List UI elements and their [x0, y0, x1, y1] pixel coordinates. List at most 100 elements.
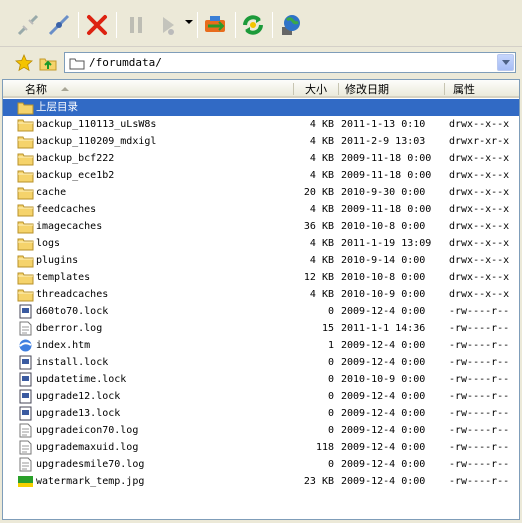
- parent-directory-row[interactable]: 上层目录: [3, 99, 519, 116]
- table-row[interactable]: backup_110209_mdxigl 4 KB 2011-2-9 13:03 dr…: [3, 133, 519, 150]
- column-size[interactable]: 大小: [305, 82, 327, 97]
- pause-icon: [130, 17, 142, 33]
- file-permissions: -rw----r--: [449, 408, 510, 419]
- file-name: plugins: [36, 255, 79, 266]
- folder-icon: [17, 253, 34, 268]
- globe-button[interactable]: [276, 10, 306, 40]
- file-modified-date: 2009-11-18 0:00: [341, 153, 432, 164]
- toolbar: [0, 0, 522, 47]
- file-name: feedcaches: [36, 204, 97, 215]
- address-dropdown-button[interactable]: [497, 54, 514, 71]
- file-size: 36 KB: [303, 221, 334, 232]
- file-size: 0: [327, 408, 334, 419]
- connect-button[interactable]: [44, 10, 74, 40]
- file-size: 12 KB: [303, 272, 334, 283]
- column-attributes[interactable]: 属性: [453, 82, 475, 97]
- file-size: 0: [327, 391, 334, 402]
- file-size: 0: [327, 425, 334, 436]
- transfer-button[interactable]: [200, 10, 230, 40]
- table-row[interactable]: upgradeicon70.log 0 2009-12-4 0:00 -rw----r…: [3, 422, 519, 439]
- play-button[interactable]: [153, 10, 183, 40]
- table-row[interactable]: watermark_temp.jpg 23 KB 2009-12-4 0:00 -rw…: [3, 473, 519, 490]
- table-row[interactable]: d60to70.lock 0 2009-12-4 0:00 -rw----r--: [3, 303, 519, 320]
- table-row[interactable]: index.htm 1 2009-12-4 0:00 -rw----r--: [3, 337, 519, 354]
- folder-icon: [17, 134, 34, 149]
- table-row[interactable]: upgrade12.lock 0 2009-12-4 0:00 -rw----r--: [3, 388, 519, 405]
- table-row[interactable]: upgrade13.lock 0 2009-12-4 0:00 -rw----r--: [3, 405, 519, 422]
- table-row[interactable]: dberror.log 15 2011-1-1 14:36 -rw----r--: [3, 320, 519, 337]
- file-size: 4 KB: [309, 289, 334, 300]
- table-row[interactable]: plugins 4 KB 2010-9-14 0:00 drwx--x--x: [3, 252, 519, 269]
- address-row: /forumdata/: [0, 48, 522, 78]
- file-name: upgradeicon70.log: [36, 425, 139, 436]
- chevron-down-icon[interactable]: [185, 20, 193, 24]
- folder-icon: [17, 202, 34, 217]
- file-modified-date: 2009-11-18 0:00: [341, 204, 432, 215]
- pause-button[interactable]: [121, 10, 151, 40]
- disconnect-button[interactable]: [13, 10, 43, 40]
- file-permissions: drwx--x--x: [449, 255, 510, 266]
- file-name: backup_110113_uLsW8s: [36, 119, 157, 130]
- file-name: cache: [36, 187, 67, 198]
- table-row[interactable]: threadcaches 4 KB 2010-10-9 0:00 drwx--x--x: [3, 286, 519, 303]
- file-size: 20 KB: [303, 187, 334, 198]
- table-row[interactable]: feedcaches 4 KB 2009-11-18 0:00 drwx--x--x: [3, 201, 519, 218]
- table-row[interactable]: cache 20 KB 2010-9-30 0:00 drwx--x--x: [3, 184, 519, 201]
- file-permissions: -rw----r--: [449, 374, 510, 385]
- file-modified-date: 2009-12-4 0:00: [341, 306, 426, 317]
- file-name: imagecaches: [36, 221, 103, 232]
- file-permissions: drwx--x--x: [449, 119, 510, 130]
- file-name: upgradesmile70.log: [36, 459, 145, 470]
- column-name[interactable]: 名称: [25, 82, 47, 97]
- file-permissions: drwx--x--x: [449, 153, 510, 164]
- table-row[interactable]: install.lock 0 2009-12-4 0:00 -rw----r--: [3, 354, 519, 371]
- folder-icon: [69, 58, 85, 70]
- log-file-icon: [17, 457, 34, 472]
- table-row[interactable]: backup_bcf222 4 KB 2009-11-18 0:00 drwx--x-…: [3, 150, 519, 167]
- folder-icon: [17, 117, 34, 132]
- table-row[interactable]: backup_ece1b2 4 KB 2009-11-18 0:00 drwx--x-…: [3, 167, 519, 184]
- parent-folder-up-icon[interactable]: [38, 53, 58, 73]
- address-path: /forumdata/: [89, 56, 162, 69]
- file-permissions: drwxr-xr-x: [449, 136, 510, 147]
- table-row[interactable]: upgradesmile70.log 0 2009-12-4 0:00 -rw----…: [3, 456, 519, 473]
- lock-file-icon: [17, 355, 34, 370]
- table-row[interactable]: templates 12 KB 2010-10-8 0:00 drwx--x--x: [3, 269, 519, 286]
- folder-icon: [17, 151, 34, 166]
- table-row[interactable]: logs 4 KB 2011-1-19 13:09 drwx--x--x: [3, 235, 519, 252]
- file-size: 0: [327, 306, 334, 317]
- column-modified[interactable]: 修改日期: [345, 82, 389, 97]
- delete-button[interactable]: [82, 10, 112, 40]
- address-input[interactable]: /forumdata/: [64, 52, 516, 73]
- sort-ascending-icon: [61, 87, 69, 91]
- file-list: 名称 大小 修改日期 属性 上层目录 backup_110113_uLsW8s 4 …: [2, 79, 520, 520]
- refresh-button[interactable]: [238, 10, 268, 40]
- file-modified-date: 2009-12-4 0:00: [341, 391, 426, 402]
- favorites-star-icon[interactable]: [14, 53, 34, 73]
- file-modified-date: 2010-10-9 0:00: [341, 374, 426, 385]
- file-name: 上层目录: [36, 101, 78, 113]
- file-name: upgrade12.lock: [36, 391, 121, 402]
- folder-icon: [17, 185, 34, 200]
- log-file-icon: [17, 423, 34, 438]
- file-modified-date: 2011-1-13 0:10: [341, 119, 426, 130]
- htm-file-icon: [17, 338, 34, 353]
- file-permissions: drwx--x--x: [449, 272, 510, 283]
- table-row[interactable]: upgrademaxuid.log 118 2009-12-4 0:00 -rw---…: [3, 439, 519, 456]
- file-name: upgrade13.lock: [36, 408, 121, 419]
- file-permissions: -rw----r--: [449, 459, 510, 470]
- chevron-down-icon: [501, 60, 510, 65]
- file-permissions: -rw----r--: [449, 476, 510, 487]
- file-permissions: -rw----r--: [449, 306, 510, 317]
- file-modified-date: 2010-10-8 0:00: [341, 272, 426, 283]
- globe-icon: [282, 15, 300, 35]
- file-modified-date: 2010-9-14 0:00: [341, 255, 426, 266]
- table-row[interactable]: updatetime.lock 0 2010-10-9 0:00 -rw----r--: [3, 371, 519, 388]
- file-modified-date: 2011-2-9 13:03: [341, 136, 426, 147]
- file-modified-date: 2009-12-4 0:00: [341, 408, 426, 419]
- file-size: 4 KB: [309, 255, 334, 266]
- table-row[interactable]: backup_110113_uLsW8s 4 KB 2011-1-13 0:10 dr…: [3, 116, 519, 133]
- file-permissions: -rw----r--: [449, 425, 510, 436]
- table-row[interactable]: imagecaches 36 KB 2010-10-8 0:00 drwx--x--x: [3, 218, 519, 235]
- lock-file-icon: [17, 372, 34, 387]
